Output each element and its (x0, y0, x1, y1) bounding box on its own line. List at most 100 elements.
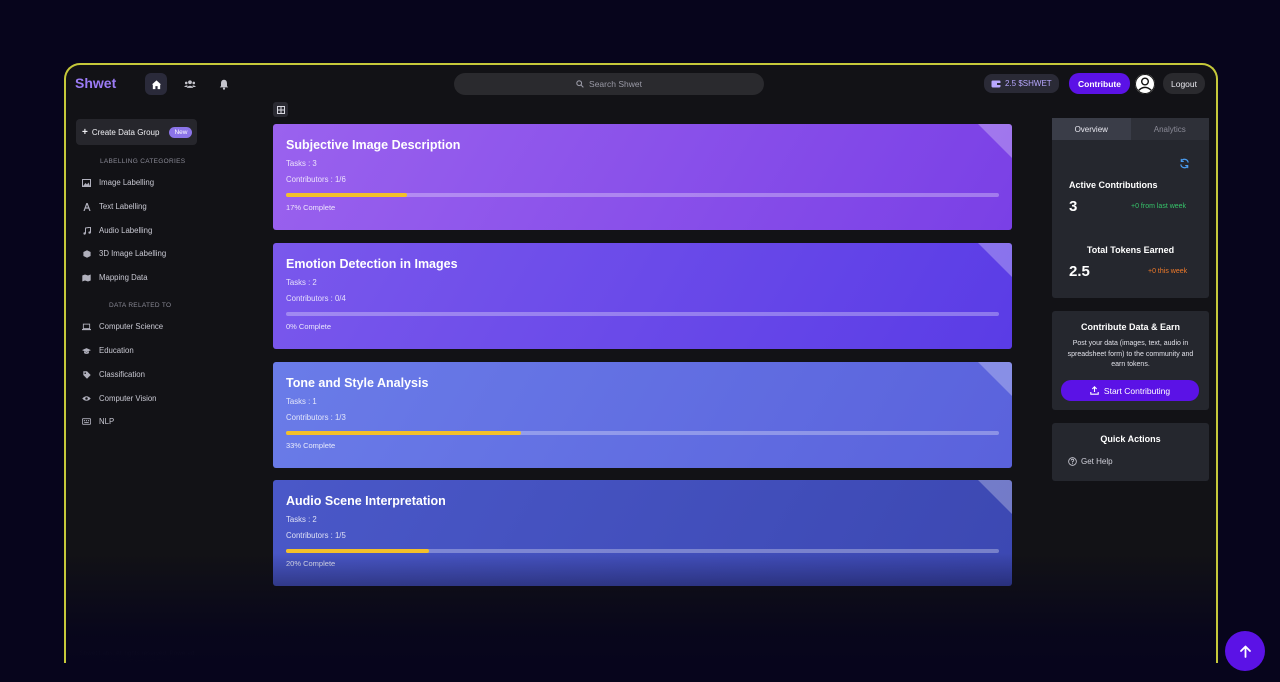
progress-bar (286, 312, 999, 316)
total-tokens-value: 2.5 (1069, 263, 1090, 280)
corner-fold (978, 480, 1012, 514)
sidebar-item-3d-image-labelling[interactable]: 3D Image Labelling (82, 249, 166, 258)
overview-tabs: Overview Analytics (1052, 118, 1209, 140)
get-help-link[interactable]: Get Help (1068, 457, 1113, 466)
eye-icon (82, 394, 91, 403)
sidebar-item-label: Mapping Data (99, 273, 148, 282)
top-bar: Shwet Search Shwet 2.5 $SHWET Contribute… (66, 65, 1216, 103)
corner-fold (978, 243, 1012, 277)
card-contributors: Contributors : 1/5 (286, 531, 346, 540)
card-complete: 0% Complete (286, 322, 332, 331)
sidebar-item-nlp[interactable]: NLP (82, 417, 114, 426)
search-input[interactable]: Search Shwet (454, 73, 764, 95)
data-group-card[interactable]: Emotion Detection in Images Tasks : 2 Co… (273, 243, 1012, 349)
home-icon[interactable] (145, 73, 167, 95)
create-data-group-button[interactable]: + Create Data Group New (76, 119, 197, 145)
avatar[interactable] (1135, 74, 1155, 94)
sidebar-item-label: Text Labelling (99, 202, 147, 211)
sidebar-item-audio-labelling[interactable]: Audio Labelling (82, 226, 152, 235)
earn-panel: Contribute Data & Earn Post your data (i… (1052, 311, 1209, 410)
tab-analytics[interactable]: Analytics (1130, 118, 1209, 140)
image-icon (82, 178, 91, 187)
start-contributing-button[interactable]: Start Contributing (1061, 380, 1199, 401)
card-tasks: Tasks : 3 (286, 159, 317, 168)
corner-fold (978, 124, 1012, 158)
data-group-card[interactable]: Subjective Image Description Tasks : 3 C… (273, 124, 1012, 230)
card-complete: 17% Complete (286, 203, 336, 212)
sidebar-item-education[interactable]: Education (82, 346, 134, 355)
sidebar-item-computer-science[interactable]: Computer Science (82, 322, 163, 331)
progress-bar (286, 431, 999, 435)
text-icon (82, 202, 91, 211)
card-tasks: Tasks : 1 (286, 397, 317, 406)
labelling-categories-heading: LABELLING CATEGORIES (100, 158, 186, 165)
grid-icon (276, 105, 285, 114)
data-related-heading: DATA RELATED TO (109, 302, 172, 309)
keyboard-icon (82, 417, 91, 426)
earn-text: Post your data (images, text, audio in s… (1067, 340, 1194, 368)
data-group-card[interactable]: Tone and Style Analysis Tasks : 1 Contri… (273, 362, 1012, 468)
total-tokens-delta: +0 this week (1148, 268, 1188, 275)
tab-overview[interactable]: Overview (1052, 118, 1131, 140)
plus-icon: + (82, 126, 88, 138)
card-tasks: Tasks : 2 (286, 515, 317, 524)
sidebar-item-label: Audio Labelling (99, 226, 153, 235)
card-tasks: Tasks : 2 (286, 278, 317, 287)
search-icon (576, 80, 584, 88)
sidebar-footer: Shwet Labs. All rights reserved. Powered… (79, 650, 195, 663)
app-window: Shwet Search Shwet 2.5 $SHWET Contribute… (64, 63, 1218, 663)
sidebar-item-label: Computer Science (99, 322, 164, 331)
token-balance[interactable]: 2.5 $SHWET (984, 74, 1059, 93)
bell-icon[interactable] (213, 73, 235, 95)
sidebar-item-classification[interactable]: Classification (82, 370, 145, 379)
card-complete: 33% Complete (286, 441, 336, 450)
get-help-label: Get Help (1081, 457, 1113, 466)
grid-view-toggle[interactable] (273, 102, 288, 117)
token-balance-label: 2.5 $SHWET (1005, 79, 1052, 88)
tag-icon (82, 370, 91, 379)
quick-actions-title: Quick Actions (1100, 434, 1161, 444)
sidebar-item-label: Education (99, 346, 134, 355)
progress-bar (286, 549, 999, 553)
search-placeholder: Search Shwet (589, 79, 642, 89)
start-contributing-label: Start Contributing (1103, 385, 1171, 396)
new-badge: New (169, 126, 193, 138)
sidebar-item-mapping-data[interactable]: Mapping Data (82, 273, 148, 282)
card-complete: 20% Complete (286, 559, 336, 568)
laptop-icon (82, 322, 91, 331)
progress-bar (286, 193, 999, 197)
card-title: Tone and Style Analysis (286, 376, 429, 390)
sidebar-item-text-labelling[interactable]: Text Labelling (82, 202, 147, 211)
music-icon (82, 226, 91, 235)
sidebar-item-image-labelling[interactable]: Image Labelling (82, 178, 154, 187)
active-contributions-value: 3 (1069, 198, 1078, 215)
earn-title: Contribute Data & Earn (1080, 322, 1180, 332)
cube-icon (82, 249, 91, 258)
progress-fill (286, 193, 408, 197)
overview-panel: Overview Analytics Active Contributions … (1052, 118, 1209, 298)
sidebar-item-label: NLP (99, 417, 115, 426)
logout-button[interactable]: Logout (1163, 73, 1205, 94)
card-contributors: Contributors : 1/6 (286, 175, 346, 184)
total-tokens-label: Total Tokens Earned (1086, 245, 1175, 255)
sidebar-item-label: Computer Vision (99, 394, 157, 403)
quick-actions-panel: Quick Actions Get Help (1052, 423, 1209, 481)
create-data-group-label: Create Data Group (91, 127, 160, 137)
data-group-card[interactable]: Audio Scene Interpretation Tasks : 2 Con… (273, 480, 1012, 586)
help-icon (1068, 457, 1077, 466)
card-title: Emotion Detection in Images (286, 257, 458, 271)
users-icon[interactable] (179, 73, 201, 95)
active-contributions-delta: +0 from last week (1131, 203, 1187, 210)
card-contributors: Contributors : 1/3 (286, 413, 346, 422)
logo[interactable]: Shwet (75, 75, 116, 91)
refresh-icon[interactable] (1179, 156, 1190, 174)
user-icon (1135, 74, 1155, 94)
contribute-button[interactable]: Contribute (1069, 73, 1130, 94)
progress-fill (286, 431, 522, 435)
graduation-cap-icon (82, 346, 91, 355)
scroll-to-top-button[interactable] (1225, 631, 1265, 671)
sidebar-item-computer-vision[interactable]: Computer Vision (82, 394, 157, 403)
card-title: Subjective Image Description (286, 138, 461, 152)
card-contributors: Contributors : 0/4 (286, 294, 346, 303)
upload-icon (1090, 386, 1099, 395)
